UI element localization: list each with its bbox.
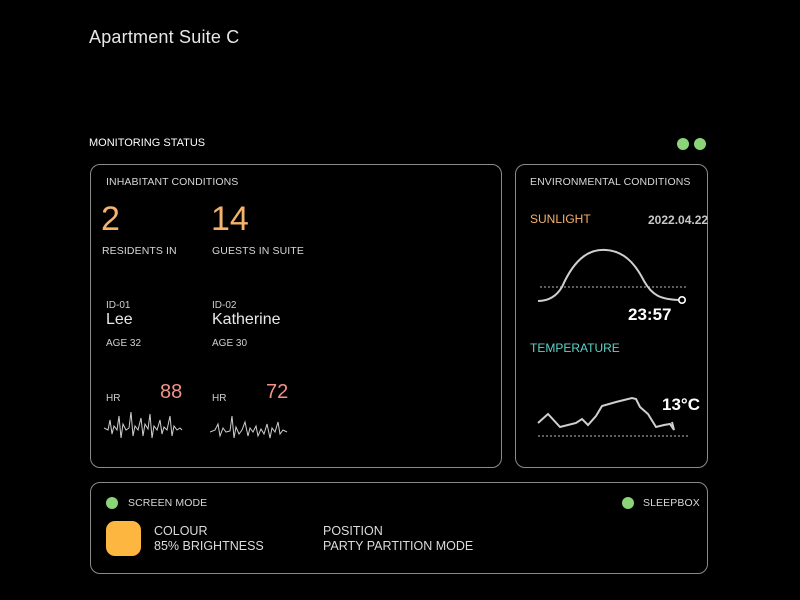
colour-label: COLOUR [154,524,208,538]
environmental-conditions-title: ENVIRONMENTAL CONDITIONS [530,176,691,188]
person-age: AGE 32 [106,338,142,349]
position-value: PARTY PARTITION MODE [323,539,474,553]
heart-rate-label: HR [106,393,121,404]
heart-rate-waveform [210,415,288,439]
temperature-value: 13°C [662,395,700,414]
sunlight-curve [537,248,683,302]
heart-rate-waveform [104,411,183,439]
monitoring-status-label: MONITORING STATUS [89,137,206,149]
screen-mode-status-dot [106,497,118,509]
person-id: ID-01 [106,300,131,311]
heart-rate-value: 88 [160,381,183,403]
residents-label: RESIDENTS IN [102,245,177,257]
page-title: Apartment Suite C [89,27,240,47]
position-label: POSITION [323,524,383,538]
heart-rate-value: 72 [266,381,289,403]
temperature-label: TEMPERATURE [530,341,620,355]
guests-label: GUESTS IN SUITE [212,245,304,257]
status-indicator-dot [677,138,689,150]
time-readout: 23:57 [628,305,672,324]
sunlight-label: SUNLIGHT [530,212,591,226]
heart-rate-label: HR [212,393,227,404]
colour-swatch[interactable] [106,521,141,556]
inhabitant-conditions-title: INHABITANT CONDITIONS [106,176,239,188]
screen-mode-label: SCREEN MODE [128,497,208,509]
status-indicator-dot [694,138,706,150]
person-name: Katherine [212,311,281,328]
person-id: ID-02 [212,300,237,311]
guests-count: 14 [211,200,249,238]
person-age: AGE 30 [212,338,248,349]
residents-count: 2 [101,200,120,238]
date-readout: 2022.04.22 [648,213,709,227]
sun-position-marker [678,295,687,304]
sunlight-curve-chart [537,248,688,304]
brightness-value: 85% BRIGHTNESS [154,539,264,553]
sleepbox-status-dot [622,497,634,509]
person-name: Lee [106,311,133,328]
sleepbox-label[interactable]: SLEEPBOX [643,497,700,509]
